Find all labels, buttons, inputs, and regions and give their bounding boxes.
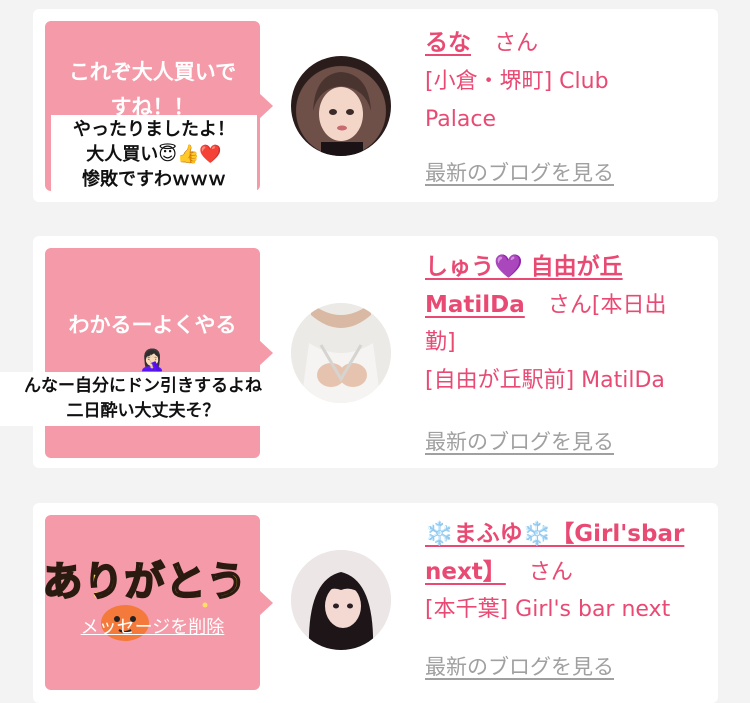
cast-info: しゅう💜 自由が丘 MatilDa さん[本日出 勤] [自由が丘駅前] Mat… — [425, 248, 708, 400]
sticker-line: 大人買い😇👍❤️ — [86, 144, 222, 165]
cast-status-cont: 勤] — [425, 330, 456, 355]
cast-card[interactable]: ありがとう メッセージを削除 ❄️まふゆ❄️【Girl'sbar next】 さ… — [33, 503, 718, 703]
honorific: さん — [547, 293, 592, 318]
cast-location: [本千葉] Girl's bar next — [425, 597, 671, 622]
sticker-line: んなー自分にドン引きするよね — [24, 376, 262, 396]
avatar[interactable] — [291, 550, 391, 650]
cast-card[interactable]: わかるーよくやる 🤦🏻‍♀️ んなー自分にドン引きするよね 二日酔い大丈夫そ？ … — [0, 236, 718, 468]
cast-name-link[interactable]: るな — [425, 30, 471, 56]
cast-name-link[interactable]: しゅう💜 自由が丘 — [425, 248, 708, 286]
cast-card[interactable]: これぞ大人買いで すね！！ やったりましたよ！ 大人買い😇👍❤️ 惨敗ですわｗｗ… — [33, 9, 718, 202]
message-bubble: ありがとう メッセージを削除 — [42, 515, 273, 690]
honorific: さん — [494, 31, 539, 56]
cast-name-link[interactable]: ❄️まふゆ❄️【Girl'sbar — [425, 515, 708, 553]
avatar[interactable] — [291, 56, 391, 156]
delete-message-link[interactable]: メッセージを削除 — [45, 613, 260, 639]
sticker-line: 二日酔い大丈夫そ？ — [66, 401, 220, 421]
avatar-image — [291, 303, 391, 403]
latest-blog-link[interactable]: 最新のブログを見る — [425, 426, 614, 456]
avatar-image — [313, 72, 371, 156]
cast-name-link-cont[interactable]: next】 — [425, 559, 506, 585]
honorific: さん — [528, 560, 573, 585]
message-sticker: んなー自分にドン引きするよね 二日酔い大丈夫そ？ — [0, 372, 286, 426]
sticker-line: 惨敗ですわｗｗｗ — [82, 169, 226, 190]
bubble-text-line: わかるーよくやる — [68, 313, 237, 337]
latest-blog-link[interactable]: 最新のブログを見る — [425, 157, 614, 187]
sticker-text: ありがとう — [42, 558, 248, 606]
latest-blog-link[interactable]: 最新のブログを見る — [425, 651, 614, 681]
message-bubble: わかるーよくやる 🤦🏻‍♀️ — [45, 248, 273, 458]
sticker-line: やったりましたよ！ — [73, 119, 235, 140]
bubble-text-line: これぞ大人買いで — [68, 60, 237, 84]
cast-location: [小倉・堺町] Club — [425, 69, 609, 94]
cast-location: [自由が丘駅前] MatilDa — [425, 368, 665, 393]
cast-status: [本日出 — [591, 293, 667, 318]
cast-shop: Palace — [425, 107, 496, 132]
cast-info: るな さん [小倉・堺町] Club Palace — [425, 23, 708, 139]
cast-name-link-cont[interactable]: MatilDa — [425, 292, 525, 318]
avatar-image — [291, 550, 391, 650]
avatar[interactable] — [291, 303, 391, 403]
message-sticker: やったりましたよ！ 大人買い😇👍❤️ 惨敗ですわｗｗｗ — [51, 115, 257, 194]
cast-info: ❄️まふゆ❄️【Girl'sbar next】 さん [本千葉] Girl's … — [425, 515, 708, 629]
